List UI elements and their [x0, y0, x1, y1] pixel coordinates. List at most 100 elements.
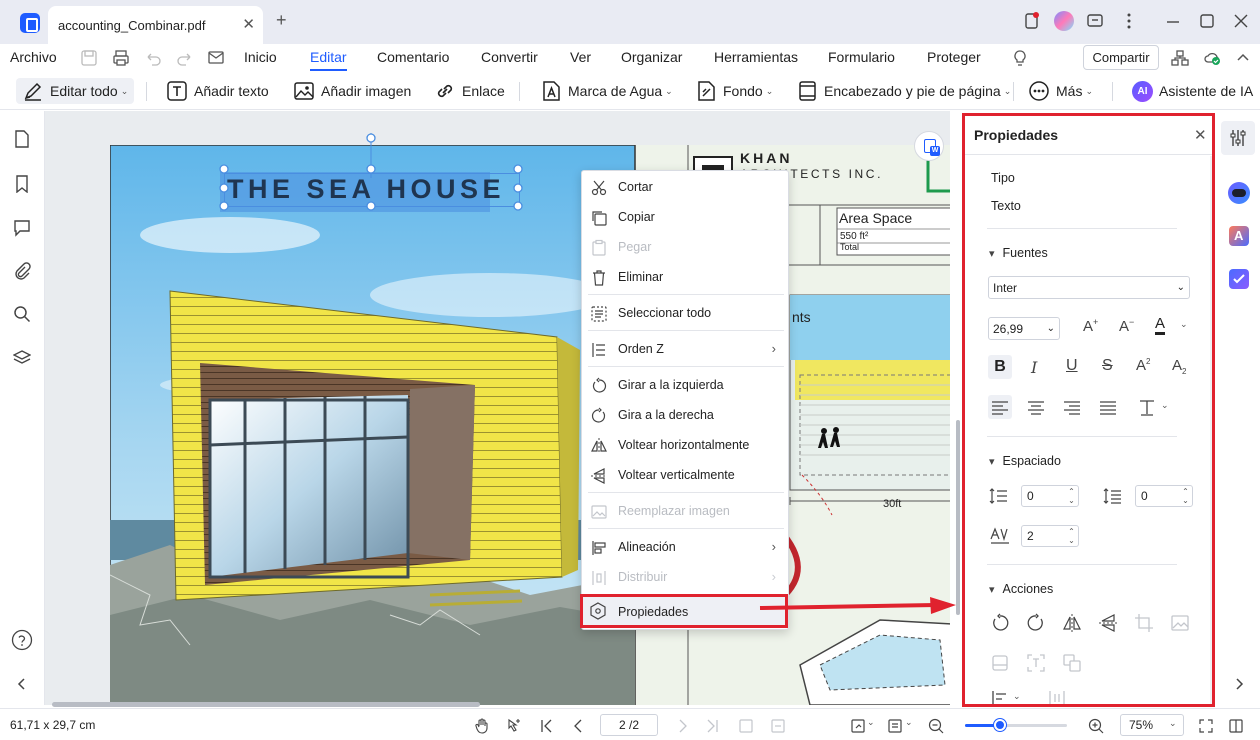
search-icon[interactable]	[13, 305, 31, 323]
watermark-button[interactable]: Marca de Agua ⌄	[540, 78, 673, 104]
subscript-icon[interactable]: A2	[1172, 357, 1186, 376]
bookmark-icon[interactable]	[13, 175, 31, 193]
menu-item-select-all[interactable]: Seleccionar todo	[582, 299, 788, 327]
align-left-icon[interactable]	[988, 395, 1012, 419]
menu-item-distribute[interactable]: Distribuir ›	[582, 563, 788, 591]
rotate-left-icon[interactable]	[990, 613, 1010, 633]
document-tab[interactable]: accounting_Combinar.pdf ✕	[48, 6, 263, 44]
chevron-down-icon[interactable]: ⌄	[1013, 691, 1021, 702]
actions-section-header[interactable]: Acciones	[989, 582, 1054, 596]
more-button[interactable]: Más ⌄	[1028, 78, 1093, 104]
ocr-icon[interactable]	[1026, 653, 1046, 673]
menu-item-rotate-left[interactable]: Girar a la izquierda	[582, 371, 788, 399]
menu-item-flip-horizontal[interactable]: Voltear horizontalmente	[582, 431, 788, 459]
cloud-sync-icon[interactable]	[1203, 49, 1221, 67]
more-options-icon[interactable]	[1120, 12, 1138, 30]
share-button[interactable]: Compartir	[1083, 45, 1159, 70]
replace-image-icon[interactable]	[1170, 613, 1190, 633]
fit-width-icon[interactable]	[770, 718, 786, 734]
paragraph-spacing-input[interactable]: 0	[1135, 485, 1193, 507]
font-family-select[interactable]: Inter ⌄	[988, 276, 1190, 299]
line-spacing-input[interactable]: 0	[1021, 485, 1079, 507]
fullscreen-icon[interactable]	[1198, 718, 1214, 734]
chevron-down-icon[interactable]: ⌄	[905, 717, 913, 728]
fonts-section-header[interactable]: Fuentes	[989, 246, 1048, 260]
zoom-slider-handle[interactable]	[994, 719, 1006, 731]
add-image-button[interactable]: Añadir imagen	[293, 78, 411, 104]
notification-icon[interactable]	[1024, 12, 1040, 30]
first-page-icon[interactable]	[540, 718, 554, 734]
vertical-scrollbar[interactable]	[956, 420, 960, 615]
rotate-right-icon[interactable]	[1026, 613, 1046, 633]
character-spacing-input[interactable]: 2	[1021, 525, 1079, 547]
maximize-icon[interactable]	[1198, 12, 1216, 30]
menu-convertir[interactable]: Convertir	[481, 49, 538, 65]
decrease-font-icon[interactable]: A−	[1119, 317, 1134, 335]
layers-icon[interactable]	[13, 349, 31, 367]
ai-robot-icon[interactable]	[1228, 182, 1250, 204]
hand-tool-icon[interactable]	[474, 718, 490, 734]
font-color-icon[interactable]: A	[1155, 316, 1166, 335]
superscript-icon[interactable]: A2	[1136, 357, 1150, 374]
close-window-icon[interactable]	[1232, 12, 1250, 30]
menu-file[interactable]: Archivo	[10, 49, 57, 65]
strikethrough-icon[interactable]: S	[1102, 357, 1113, 375]
zoom-out-icon[interactable]	[928, 718, 944, 734]
spacing-section-header[interactable]: Espaciado	[989, 454, 1061, 468]
new-tab-icon[interactable]: +	[276, 10, 287, 31]
menu-formulario[interactable]: Formulario	[828, 49, 895, 65]
collapse-up-icon[interactable]	[1234, 49, 1252, 67]
split-view-icon[interactable]	[1228, 718, 1244, 734]
sitemap-icon[interactable]	[1171, 49, 1189, 67]
menu-item-align[interactable]: Alineación ›	[582, 533, 788, 561]
menu-herramientas[interactable]: Herramientas	[714, 49, 798, 65]
chevron-down-icon[interactable]: ⌄	[1161, 400, 1169, 411]
menu-item-properties[interactable]: Propiedades	[580, 594, 788, 628]
zoom-in-icon[interactable]	[1088, 718, 1104, 734]
bold-icon[interactable]: B	[988, 355, 1012, 379]
menu-editar[interactable]: Editar	[310, 49, 347, 65]
attachment-icon[interactable]	[13, 262, 31, 280]
align-right-icon[interactable]	[1060, 395, 1084, 419]
menu-item-paste[interactable]: Pegar	[582, 233, 788, 261]
increase-font-icon[interactable]: A+	[1083, 317, 1098, 335]
font-size-select[interactable]: 26,99 ⌄	[988, 317, 1060, 340]
align-justify-icon[interactable]	[1096, 395, 1120, 419]
selection-handles[interactable]	[219, 129, 525, 213]
page-layout-icon[interactable]	[850, 718, 866, 734]
close-tab-icon[interactable]: ✕	[242, 15, 255, 33]
menu-item-copy[interactable]: Copiar	[582, 203, 788, 231]
crop-icon[interactable]	[1134, 613, 1154, 633]
flip-horizontal-icon[interactable]	[1062, 613, 1082, 633]
align-center-icon[interactable]	[1024, 395, 1048, 419]
link-button[interactable]: Enlace	[434, 78, 505, 104]
flip-vertical-icon[interactable]	[1098, 613, 1118, 633]
expand-right-icon[interactable]	[1230, 675, 1248, 693]
background-button[interactable]: Fondo ⌄	[695, 78, 773, 104]
italic-icon[interactable]: I	[1031, 358, 1037, 377]
lightbulb-icon[interactable]	[1011, 48, 1029, 68]
select-tool-icon[interactable]	[506, 718, 522, 734]
convert-to-word-icon[interactable]: W	[914, 131, 944, 161]
menu-comentario[interactable]: Comentario	[377, 49, 449, 65]
chevron-down-icon[interactable]: ⌄	[1180, 319, 1188, 330]
redo-icon[interactable]	[176, 49, 194, 67]
distribute-objects-icon[interactable]	[1047, 690, 1067, 704]
print-icon[interactable]	[112, 49, 130, 67]
menu-ver[interactable]: Ver	[570, 49, 591, 65]
menu-item-delete[interactable]: Eliminar	[582, 263, 788, 291]
feedback-icon[interactable]	[1086, 12, 1104, 30]
panel-scrollbar[interactable]	[1210, 156, 1212, 704]
translate-image-icon[interactable]	[1062, 653, 1082, 673]
menu-organizar[interactable]: Organizar	[621, 49, 682, 65]
menu-item-flip-vertical[interactable]: Voltear verticalmente	[582, 461, 788, 489]
text-style-icon[interactable]	[1136, 395, 1160, 419]
help-icon[interactable]	[11, 629, 33, 651]
align-objects-icon[interactable]	[990, 690, 1010, 704]
comment-icon[interactable]	[13, 219, 31, 237]
next-page-icon[interactable]	[677, 718, 689, 734]
chevron-down-icon[interactable]: ⌄	[867, 717, 875, 728]
translate-icon[interactable]: A	[1229, 226, 1249, 246]
page-number-input[interactable]: 2 /2	[600, 714, 658, 736]
ai-assistant-button[interactable]: AI Asistente de IA	[1132, 78, 1260, 104]
